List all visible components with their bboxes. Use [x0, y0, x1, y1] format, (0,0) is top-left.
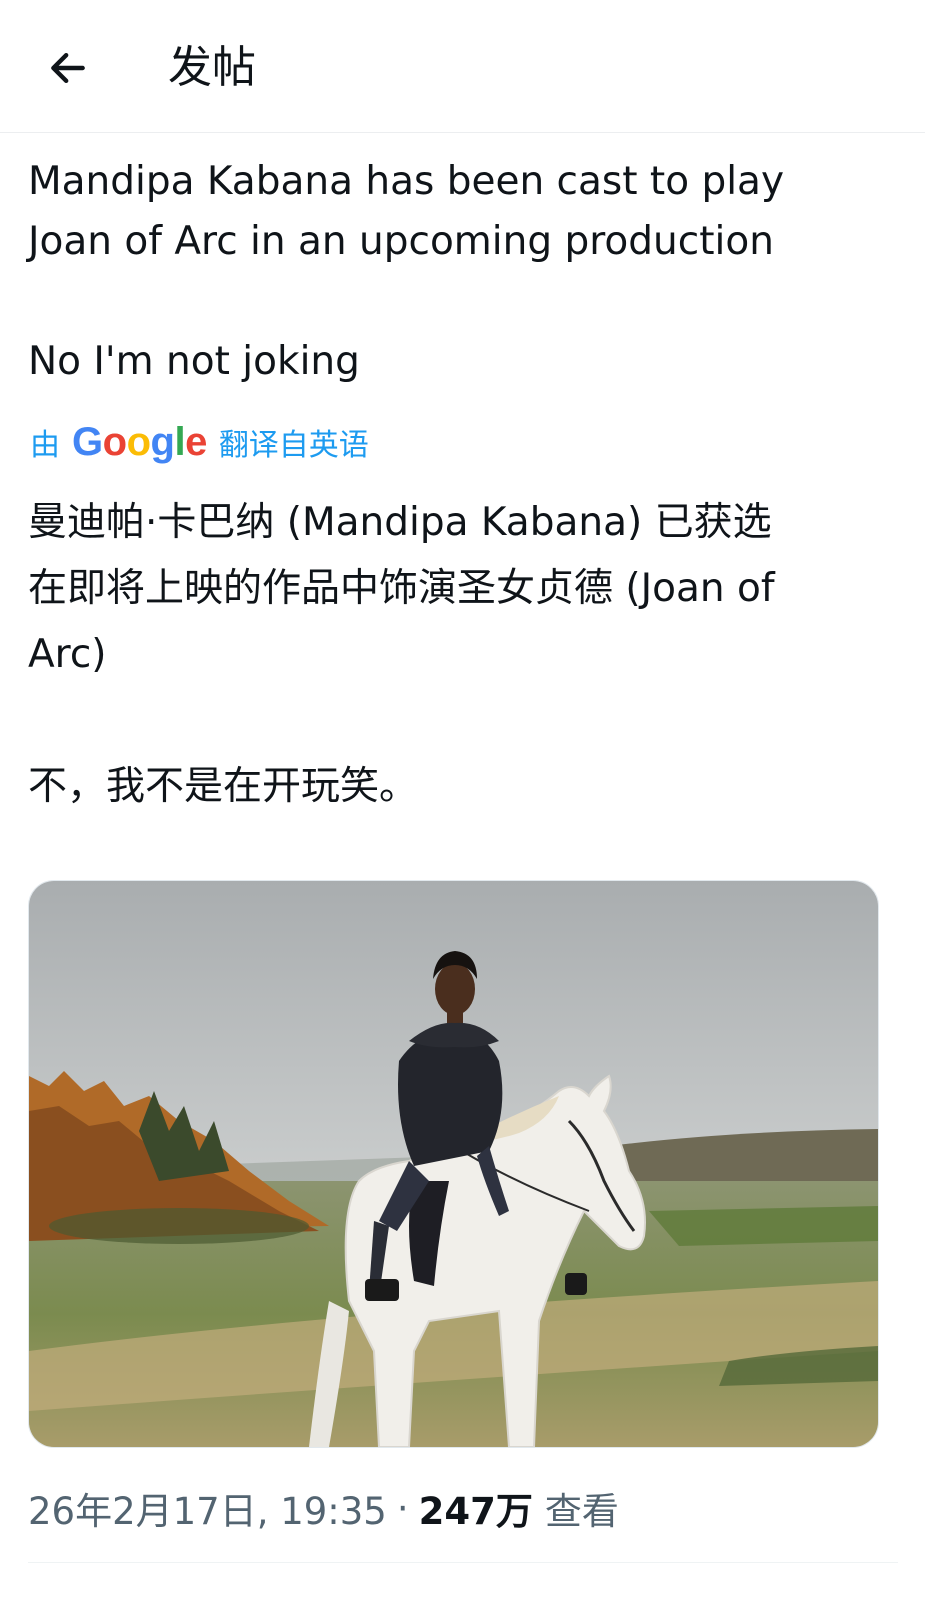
meta-separator: ·	[396, 1486, 409, 1530]
back-button[interactable]	[36, 36, 100, 100]
post-timestamp[interactable]: 26年2月17日, 19:35	[28, 1481, 387, 1535]
post-text-line: 曼迪帕·卡巴纳 (Mandipa Kabana) 已获选	[28, 500, 772, 545]
translation-suffix: 翻译自英语	[218, 428, 369, 463]
top-bar: 发帖	[0, 0, 925, 133]
post-text-line: Arc)	[28, 632, 107, 677]
post-text-translated: 曼迪帕·卡巴纳 (Mandipa Kabana) 已获选 在即将上映的作品中饰演…	[28, 490, 898, 820]
post-meta: 26年2月17日, 19:35 · 247万 查看	[28, 1480, 619, 1536]
arrow-left-icon	[51, 52, 85, 84]
post-image[interactable]	[28, 880, 879, 1448]
post-text-line: Mandipa Kabana has been cast to play	[28, 159, 785, 204]
post-text-line: No I'm not joking	[28, 339, 360, 384]
post-text-line: 在即将上映的作品中饰演圣女贞德 (Joan of	[28, 566, 775, 611]
translation-attribution[interactable]: 由 Google 翻译自英语	[30, 418, 369, 466]
views-count: 247万	[418, 1490, 533, 1533]
views-label: 查看	[544, 1490, 619, 1533]
google-logo: Google	[72, 419, 207, 464]
post-text-line: Joan of Arc in an upcoming production	[28, 219, 774, 264]
translation-prefix: 由	[30, 428, 60, 463]
page-title: 发帖	[168, 42, 256, 93]
divider	[28, 1562, 898, 1563]
post-text-original: Mandipa Kabana has been cast to play Joa…	[28, 152, 898, 392]
rider-on-white-horse-image	[29, 881, 878, 1447]
post-text-line: 不，我不是在开玩笑。	[28, 764, 419, 809]
